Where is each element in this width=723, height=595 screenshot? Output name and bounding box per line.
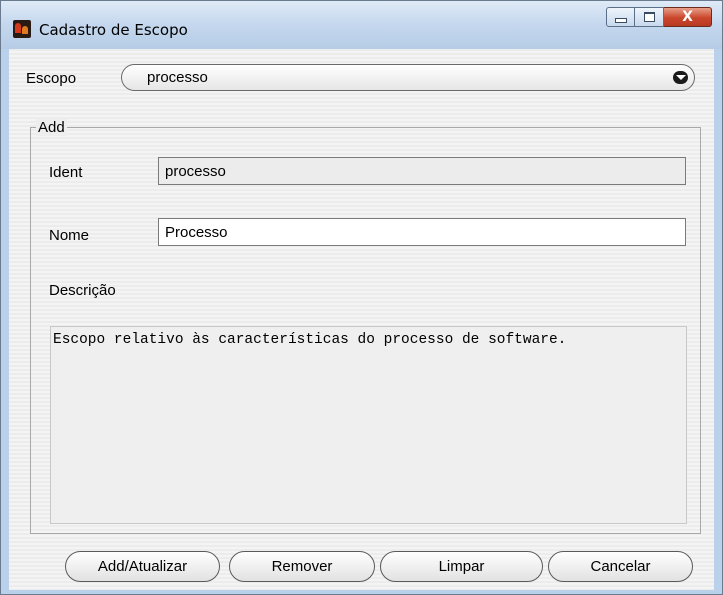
nome-label: Nome (49, 227, 90, 244)
window-controls: X (606, 7, 712, 29)
ident-field[interactable]: processo (158, 157, 686, 185)
scope-selected-value: processo (147, 69, 208, 86)
chevron-down-icon[interactable] (673, 71, 688, 84)
window-title: Cadastro de Escopo (39, 21, 188, 39)
descricao-textarea[interactable]: Escopo relativo às características do pr… (50, 326, 687, 524)
remove-button[interactable]: Remover (229, 551, 375, 582)
client-area: Escopo processo Add Ident processo Nome … (9, 49, 714, 590)
add-update-button[interactable]: Add/Atualizar (65, 551, 220, 582)
minimize-icon (614, 17, 627, 23)
nome-field[interactable]: Processo (158, 218, 686, 246)
maximize-icon (643, 12, 655, 22)
minimize-button[interactable] (606, 7, 635, 27)
clear-button[interactable]: Limpar (380, 551, 543, 582)
maximize-button[interactable] (635, 7, 664, 27)
close-icon: X (682, 9, 693, 25)
close-button[interactable]: X (664, 7, 712, 27)
scope-label: Escopo (26, 70, 77, 87)
cancel-button[interactable]: Cancelar (548, 551, 693, 582)
descricao-label: Descrição (49, 282, 116, 299)
scope-select[interactable]: processo (121, 64, 695, 91)
app-icon (13, 20, 31, 38)
group-legend: Add (36, 119, 67, 136)
title-bar[interactable]: Cadastro de Escopo X (1, 1, 722, 49)
ident-label: Ident (49, 164, 83, 181)
dialog-window: Cadastro de Escopo X Escopo processo Add… (0, 0, 723, 595)
